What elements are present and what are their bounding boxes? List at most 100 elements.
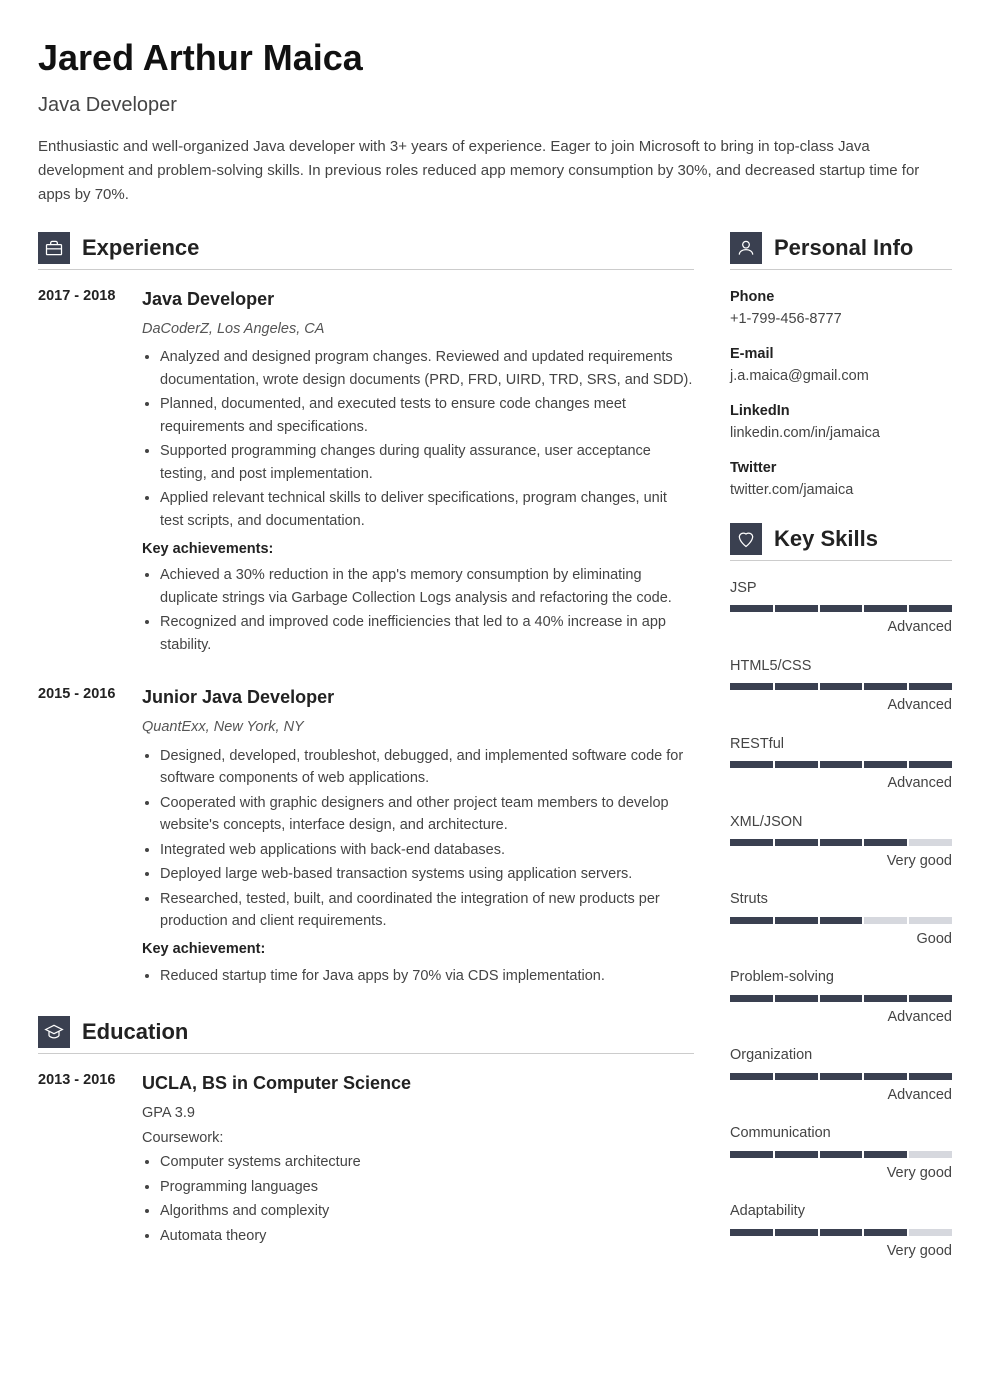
achievement-item: Achieved a 30% reduction in the app's me… [160,564,694,609]
coursework-label: Coursework: [142,1127,694,1149]
skill-name: Communication [730,1122,952,1144]
education-entry: 2013 - 2016UCLA, BS in Computer ScienceG… [38,1070,694,1253]
skill-bar-segment [820,605,863,612]
skill-bar-segment [730,761,773,768]
job-title: Java Developer [38,90,952,121]
company-name: QuantExx, New York, NY [142,716,694,738]
key-skills-title: Key Skills [774,522,878,556]
info-value: linkedin.com/in/jamaica [730,422,952,444]
skill-item: Adaptability Very good [730,1200,952,1262]
achievements-label: Key achievements: [142,538,694,560]
person-icon [730,232,762,264]
skill-bar-segment [909,839,952,846]
degree-title: UCLA, BS in Computer Science [142,1070,694,1098]
skill-bar-segment [775,605,818,612]
skill-level: Very good [730,1162,952,1184]
achievement-item: Recognized and improved code inefficienc… [160,611,694,656]
skill-bar-segment [775,1073,818,1080]
skill-bar-segment [820,1229,863,1236]
date-range: 2013 - 2016 [38,1070,126,1253]
skill-bar-segment [909,1073,952,1080]
skill-bar-segment [730,683,773,690]
experience-title: Experience [82,231,199,265]
skill-bar-segment [864,1151,907,1158]
info-label: E-mail [730,343,952,365]
skill-bar [730,995,952,1002]
skill-bar [730,605,952,612]
skill-name: JSP [730,577,952,599]
info-block: E-mailj.a.maica@gmail.com [730,343,952,388]
skill-name: Problem-solving [730,966,952,988]
experience-header: Experience [38,231,694,270]
coursework-item: Automata theory [160,1225,694,1247]
coursework-item: Programming languages [160,1176,694,1198]
skill-name: RESTful [730,733,952,755]
coursework-item: Computer systems architecture [160,1151,694,1173]
bullet-item: Designed, developed, troubleshot, debugg… [160,745,694,790]
skill-item: Problem-solving Advanced [730,966,952,1028]
date-range: 2015 - 2016 [38,684,126,993]
skill-bar-segment [864,995,907,1002]
skill-level: Very good [730,1240,952,1262]
skill-bar-segment [820,839,863,846]
skill-item: RESTful Advanced [730,733,952,795]
skill-bar-segment [730,995,773,1002]
skill-bar-segment [730,1229,773,1236]
skill-bar-segment [864,1229,907,1236]
graduation-cap-icon [38,1016,70,1048]
skill-bar [730,683,952,690]
skill-item: Communication Very good [730,1122,952,1184]
skill-bar-segment [775,839,818,846]
heart-icon [730,523,762,555]
skill-bar [730,1229,952,1236]
skill-bar-segment [909,1151,952,1158]
skill-bar-segment [909,683,952,690]
skill-bar-segment [730,605,773,612]
skill-bar-segment [864,683,907,690]
experience-entry: 2017 - 2018Java DeveloperDaCoderZ, Los A… [38,286,694,662]
skill-item: OrganizationAdvanced [730,1044,952,1106]
skill-bar-segment [775,683,818,690]
skill-bar [730,839,952,846]
skill-name: HTML5/CSS [730,655,952,677]
skill-item: HTML5/CSS Advanced [730,655,952,717]
company-name: DaCoderZ, Los Angeles, CA [142,318,694,340]
skill-item: StrutsGood [730,888,952,950]
education-title: Education [82,1015,188,1049]
bullet-item: Cooperated with graphic designers and ot… [160,792,694,837]
info-label: Twitter [730,457,952,479]
skill-bar-segment [909,605,952,612]
info-value: +1-799-456-8777 [730,308,952,330]
info-block: Phone+1-799-456-8777 [730,286,952,331]
skill-name: Adaptability [730,1200,952,1222]
skill-bar-segment [909,1229,952,1236]
skill-level: Advanced [730,694,952,716]
position-title: Junior Java Developer [142,684,694,712]
skill-bar-segment [730,1151,773,1158]
skill-bar-segment [820,1073,863,1080]
date-range: 2017 - 2018 [38,286,126,662]
skill-bar-segment [775,1151,818,1158]
summary-text: Enthusiastic and well-organized Java dev… [38,135,952,207]
info-value: j.a.maica@gmail.com [730,365,952,387]
bullet-item: Supported programming changes during qua… [160,440,694,485]
skill-level: Advanced [730,1084,952,1106]
skill-name: XML/JSON [730,811,952,833]
info-label: LinkedIn [730,400,952,422]
skill-level: Advanced [730,772,952,794]
skill-bar-segment [909,761,952,768]
skill-level: Advanced [730,1006,952,1028]
skill-bar-segment [820,917,863,924]
skill-bar-segment [909,995,952,1002]
achievements-label: Key achievement: [142,938,694,960]
skill-bar-segment [730,839,773,846]
skill-bar-segment [864,839,907,846]
skill-bar-segment [909,917,952,924]
bullet-item: Researched, tested, built, and coordinat… [160,888,694,933]
skill-bar-segment [775,1229,818,1236]
skill-bar [730,1151,952,1158]
skill-bar-segment [820,761,863,768]
skill-bar-segment [864,1073,907,1080]
skill-bar-segment [820,1151,863,1158]
skill-level: Very good [730,850,952,872]
